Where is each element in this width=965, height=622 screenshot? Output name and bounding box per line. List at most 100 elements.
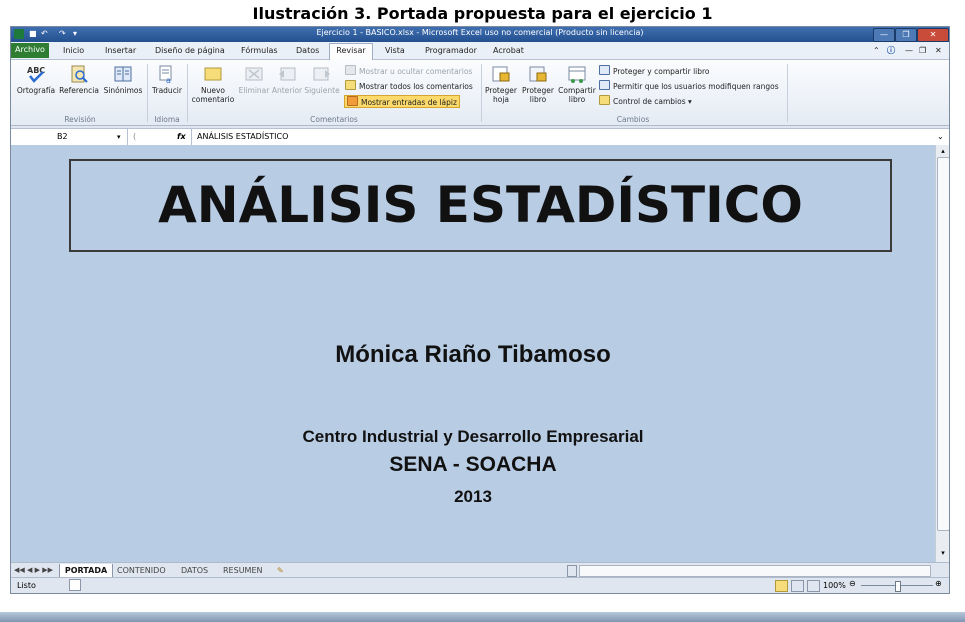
control-cambios-button[interactable]: Control de cambios ▾ — [599, 95, 692, 106]
proteger-hoja-button[interactable]: Proteger hoja — [483, 64, 519, 104]
maximize-button[interactable]: ❐ — [895, 28, 917, 42]
group-label-idioma: Idioma — [154, 115, 180, 124]
tab-archivo[interactable]: Archivo — [11, 43, 49, 58]
doc-minimize-icon[interactable]: — — [905, 44, 913, 58]
tab-insertar[interactable]: Insertar — [105, 44, 136, 58]
close-button[interactable]: ✕ — [917, 28, 949, 42]
anterior-button[interactable]: Anterior — [271, 64, 303, 95]
proteger-compartir-button[interactable]: Proteger y compartir libro — [599, 65, 710, 76]
formula-expand-icon[interactable]: ( — [133, 129, 136, 145]
ribbon-tabs: Archivo Inicio Insertar Diseño de página… — [11, 42, 949, 60]
formula-divider — [191, 129, 192, 145]
tab-formulas[interactable]: Fórmulas — [241, 44, 278, 58]
proteger-hoja-label-1: Proteger — [485, 86, 517, 95]
minimize-ribbon-icon[interactable]: ⌃ — [873, 44, 880, 58]
eliminar-label: Eliminar — [238, 86, 270, 95]
vertical-scrollbar[interactable]: ▴ ▾ — [935, 145, 949, 562]
mostrar-lapiz-label: Mostrar entradas de lápiz — [361, 98, 457, 107]
control-cambios-label: Control de cambios — [613, 97, 686, 106]
fx-icon[interactable]: fx — [177, 129, 186, 145]
cover-title: ANÁLISIS ESTADÍSTICO — [158, 176, 803, 234]
mostrar-todos-comentarios-button[interactable]: Mostrar todos los comentarios — [345, 80, 473, 91]
sheet-tab-datos[interactable]: DATOS — [181, 564, 208, 577]
group-separator — [787, 64, 788, 122]
nuevo-label: Nuevo — [200, 86, 225, 95]
traducir-button[interactable]: a Traducir — [149, 64, 185, 95]
sheet-tab-contenido[interactable]: CONTENIDO — [117, 564, 166, 577]
research-icon — [71, 65, 88, 83]
compartir-libro-label-2: libro — [568, 95, 586, 104]
share-workbook-icon — [568, 66, 586, 83]
author-name: Mónica Riaño Tibamoso — [335, 341, 611, 368]
tab-revisar[interactable]: Revisar — [329, 43, 373, 60]
sheet-tab-portada[interactable]: PORTADA — [59, 564, 113, 578]
mostrar-ocultar-comentarios-button[interactable]: Mostrar u ocultar comentarios — [345, 65, 472, 76]
permitir-usuarios-label: Permitir que los usuarios modifiquen ran… — [613, 82, 779, 91]
nuevo-comentario-button[interactable]: Nuevo comentario — [189, 64, 237, 104]
scroll-down-icon[interactable]: ▾ — [938, 549, 948, 557]
new-comment-icon — [204, 67, 222, 81]
minimize-button[interactable]: — — [873, 28, 895, 42]
figure-caption: Ilustración 3. Portada propuesta para el… — [252, 4, 713, 23]
comentario-label: comentario — [191, 95, 235, 104]
scroll-up-icon[interactable]: ▴ — [938, 147, 948, 155]
protect-share-icon — [599, 65, 610, 75]
formula-bar-expand-icon[interactable]: ⌄ — [937, 129, 944, 145]
eliminar-button[interactable]: Eliminar — [237, 64, 271, 95]
ortografia-label: Ortografía — [16, 86, 56, 95]
compartir-libro-button[interactable]: Compartir libro — [557, 64, 597, 104]
doc-restore-icon[interactable]: ❐ — [919, 44, 926, 58]
scrollbar-thumb[interactable] — [937, 157, 949, 531]
excel-window: ■ ↶ ↷ ▾ Ejercicio 1 - BASICO.xlsx - Micr… — [10, 26, 950, 594]
mostrar-entradas-lapiz-button[interactable]: Mostrar entradas de lápiz — [344, 95, 460, 108]
zoom-in-icon[interactable]: ⊕ — [935, 579, 942, 588]
cell-reference: B2 — [57, 132, 68, 141]
name-box[interactable]: B2 ▾ — [11, 129, 128, 145]
zoom-slider-thumb[interactable] — [895, 581, 901, 592]
page-break-view-icon[interactable] — [807, 580, 820, 592]
tab-inicio[interactable]: Inicio — [63, 44, 84, 58]
siguiente-label: Siguiente — [304, 86, 340, 95]
referencia-label: Referencia — [59, 86, 99, 95]
macro-record-icon[interactable] — [69, 579, 81, 591]
mostrar-ocultar-label: Mostrar u ocultar comentarios — [359, 67, 473, 76]
group-separator — [187, 64, 188, 122]
ortografia-button[interactable]: ABC Ortografía — [15, 64, 57, 95]
allow-edit-ranges-icon — [599, 80, 610, 90]
proteger-libro-button[interactable]: Proteger libro — [519, 64, 557, 104]
tab-diseno-pagina[interactable]: Diseño de página — [155, 44, 225, 58]
first-sheet-icon[interactable]: ◀◀ ◀ ▶ ▶▶ — [14, 564, 53, 577]
horizontal-scrollbar[interactable] — [579, 565, 931, 577]
ink-icon — [347, 96, 358, 106]
worksheet[interactable]: ANÁLISIS ESTADÍSTICO Mónica Riaño Tibamo… — [11, 145, 935, 562]
compartir-libro-label-1: Compartir — [558, 86, 596, 95]
formula-input[interactable]: ANÁLISIS ESTADÍSTICO — [197, 129, 288, 145]
tab-split-handle[interactable] — [567, 565, 577, 577]
sinonimos-button[interactable]: Sinónimos — [101, 64, 145, 95]
help-icon[interactable]: ⓘ — [887, 44, 895, 58]
group-label-revision: Revisión — [64, 115, 96, 124]
formula-bar: B2 ▾ ( fx ANÁLISIS ESTADÍSTICO ⌄ — [11, 128, 949, 146]
page-layout-view-icon[interactable] — [791, 580, 804, 592]
sheet-tabs-bar: ◀◀ ◀ ▶ ▶▶ PORTADA CONTENIDO DATOS RESUME… — [11, 562, 949, 578]
tab-acrobat[interactable]: Acrobat — [493, 44, 524, 58]
zoom-level[interactable]: 100% — [823, 581, 846, 590]
tab-vista[interactable]: Vista — [385, 44, 405, 58]
next-comment-icon — [313, 67, 330, 81]
insert-sheet-icon[interactable]: ✎ — [277, 564, 284, 577]
name-box-dropdown-icon[interactable]: ▾ — [117, 129, 121, 145]
tab-datos[interactable]: Datos — [296, 44, 319, 58]
doc-close-icon[interactable]: ✕ — [935, 44, 942, 58]
sheet-tab-resumen[interactable]: RESUMEN — [223, 564, 263, 577]
title-bar: ■ ↶ ↷ ▾ Ejercicio 1 - BASICO.xlsx - Micr… — [11, 27, 949, 42]
zoom-out-icon[interactable]: ⊖ — [849, 579, 856, 588]
chevron-down-icon: ▾ — [685, 97, 692, 106]
organization-name: SENA - SOACHA — [389, 453, 557, 476]
permitir-usuarios-button[interactable]: Permitir que los usuarios modifiquen ran… — [599, 80, 779, 91]
siguiente-button[interactable]: Siguiente — [303, 64, 341, 95]
status-ready: Listo — [17, 581, 36, 590]
referencia-button[interactable]: Referencia — [57, 64, 101, 95]
normal-view-icon[interactable] — [775, 580, 788, 592]
tab-programador[interactable]: Programador — [425, 44, 477, 58]
protect-sheet-icon — [492, 66, 510, 82]
